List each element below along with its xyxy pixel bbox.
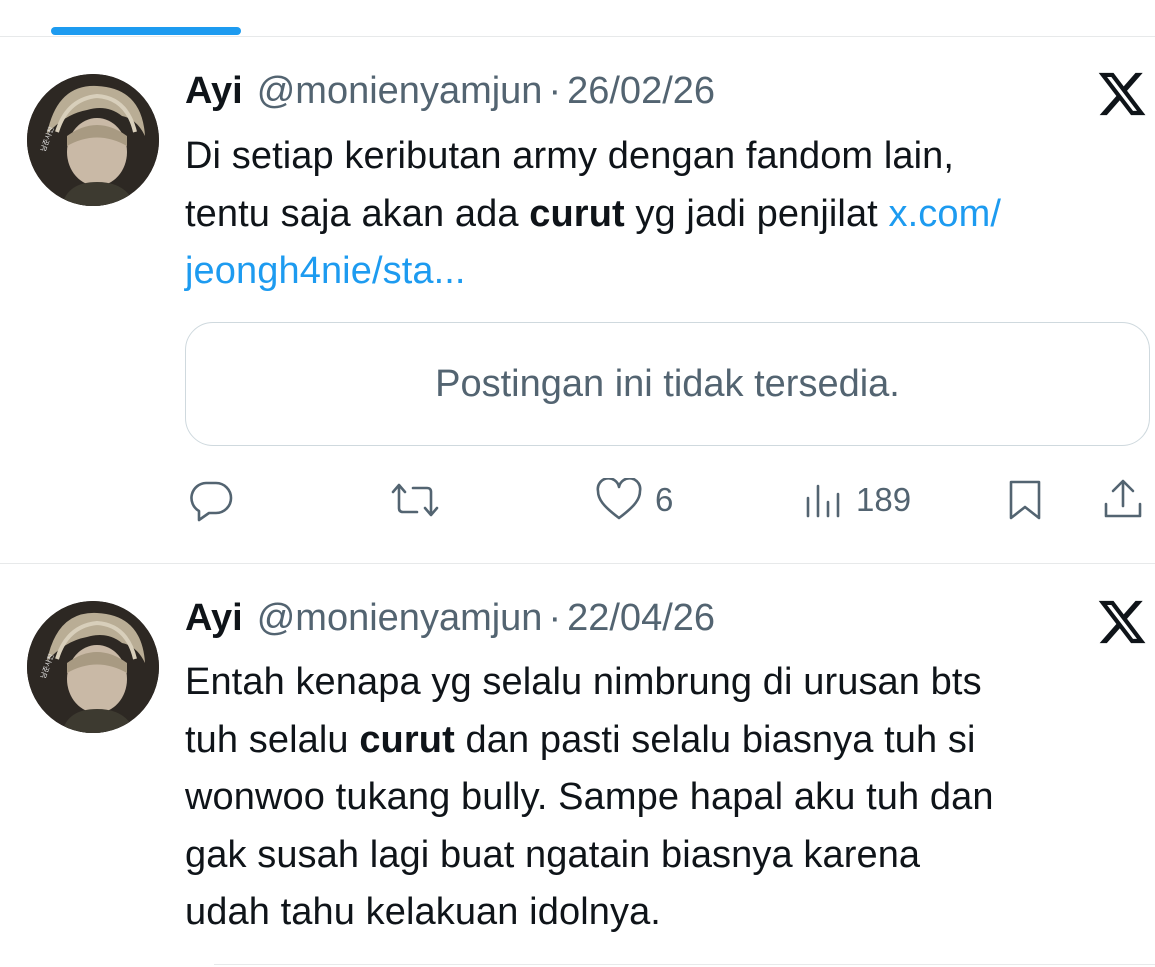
separator: · [548, 597, 562, 639]
tweet-text-line: gak susah lagi buat ngatain biasnya kare… [185, 833, 921, 876]
reply-icon [190, 481, 233, 522]
like-button[interactable]: 6 [595, 478, 673, 522]
avatar[interactable]: 남준사진 [27, 74, 159, 206]
tweet-text: Entah kenapa yg selalu nimbrung di urusa… [185, 654, 1145, 942]
author-handle[interactable]: @monienyamjun [257, 597, 543, 640]
avatar[interactable]: 남준사진 [27, 601, 159, 733]
views-count: 189 [856, 481, 912, 518]
tweet-text-segment: tuh selalu [185, 718, 360, 761]
author-handle[interactable]: @monienyamjun [257, 70, 543, 113]
tweet-text-segment: tentu saja akan ada [185, 192, 530, 235]
tweet-text-line: Di setiap keributan army dengan fandom l… [185, 135, 955, 177]
tweet-text-segment: dan pasti selalu biasnya tuh si [454, 718, 976, 761]
divider [214, 964, 1155, 965]
tweet-date[interactable]: 26/02/26 [567, 70, 715, 113]
bookmark-icon [1009, 480, 1041, 520]
x-logo-icon [1096, 596, 1148, 648]
views-button[interactable]: 189 [804, 480, 911, 520]
tweet-text: Di setiap keributan army dengan fandom l… [185, 128, 1145, 301]
author-name[interactable]: Ayi [185, 70, 243, 113]
x-logo-icon [1096, 68, 1148, 120]
tweet-text-line: wonwoo tukang bully. Sampe hapal aku tuh… [185, 776, 994, 818]
heart-icon [596, 478, 642, 520]
tweet-date[interactable]: 22/04/26 [567, 597, 715, 640]
bookmark-button[interactable] [1005, 478, 1045, 522]
active-tab-indicator [51, 27, 241, 35]
tweet-text-bold: curut [529, 192, 625, 235]
divider [0, 563, 1155, 564]
tweet-link[interactable]: jeongh4nie/sta... [185, 250, 466, 292]
retweet-button[interactable] [387, 480, 443, 520]
share-button[interactable] [1100, 476, 1146, 522]
views-icon [806, 484, 840, 518]
quoted-post-unavailable: Postingan ini tidak tersedia. [185, 322, 1150, 446]
share-icon [1104, 479, 1142, 518]
divider [0, 36, 1155, 37]
reply-button[interactable] [188, 478, 234, 522]
tweet-text-line: Entah kenapa yg selalu nimbrung di urusa… [185, 661, 982, 703]
tweet-link[interactable]: x.com/ [889, 193, 1002, 235]
retweet-icon [391, 483, 439, 517]
tweet-text-line: udah tahu kelakuan idolnya. [185, 891, 661, 933]
tweet-header: Ayi @monienyamjun · 22/04/26 [185, 597, 715, 645]
tweet-actions: 6 189 [0, 470, 1155, 530]
tweet-text-bold: curut [359, 718, 455, 761]
tweet-text-segment: yg jadi penjilat [624, 192, 889, 235]
author-name[interactable]: Ayi [185, 597, 243, 640]
like-count: 6 [655, 481, 674, 518]
tweet-header: Ayi @monienyamjun · 26/02/26 [185, 70, 715, 118]
separator: · [548, 70, 562, 112]
